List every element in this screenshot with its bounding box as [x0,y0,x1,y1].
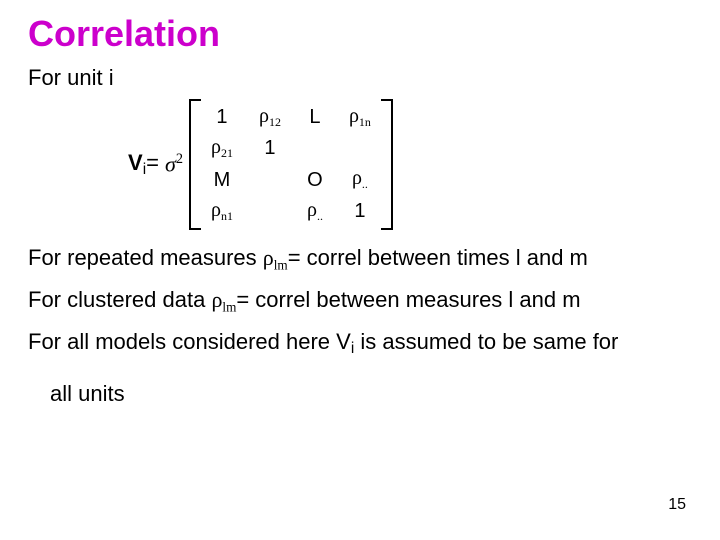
m-r4c4: 1 [354,200,365,223]
rep-measures-rho: ρlm [263,245,288,270]
clustered-b: = correl between measures l and m [236,287,580,312]
m-r1c1: 1 [216,106,227,129]
eq-lhs: Vi= [128,150,159,179]
eq-sigma-sq: σ2 [165,151,183,177]
all-models-line-2: all units [50,380,692,408]
m-r4c3: ρ.. [307,199,323,224]
all-models-line: For all models considered here Vi is ass… [28,328,692,358]
rep-measures-b: = correl between times l and m [288,245,588,270]
m-r2c2: 1 [264,137,275,160]
repeated-measures-line: For repeated measures ρlm= correl betwee… [28,244,692,274]
slide: Correlation For unit i Vi= σ2 1 ρ12 L ρ1… [0,0,720,540]
m-r2c1: ρ21 [211,136,233,161]
m-r4c1: ρn1 [211,199,233,224]
page-number: 15 [668,496,686,514]
m-r3c3: O [307,169,323,192]
eq-V: V [128,150,143,175]
m-r3c1: M [214,169,231,192]
unit-line: For unit i [28,64,692,92]
matrix-bracket-left [189,99,201,230]
matrix-grid: 1 ρ12 L ρ1n ρ21 1 M O ρ.. ρn1 ρ.. 1 [201,99,381,230]
rep-measures-a: For repeated measures [28,245,263,270]
eq-sigma-sup: 2 [176,151,183,167]
m-r1c2: ρ12 [259,105,281,130]
m-r1c3: L [309,106,320,129]
slide-title: Correlation [28,14,692,54]
eq-sigma: σ [165,152,176,177]
clustered-data-line: For clustered data ρlm= correl between m… [28,286,692,316]
clustered-a: For clustered data [28,287,211,312]
all-models-b: is assumed to be same for [354,329,618,354]
all-models-a: For all models considered here V [28,329,351,354]
m-r3c4: ρ.. [352,167,368,192]
m-r1c4: ρ1n [349,105,371,130]
matrix-bracket-right [381,99,393,230]
eq-equals: = [146,150,159,175]
clustered-rho: ρlm [211,287,236,312]
equation-row: Vi= σ2 1 ρ12 L ρ1n ρ21 1 M O ρ.. ρn1 [128,99,692,230]
matrix: 1 ρ12 L ρ1n ρ21 1 M O ρ.. ρn1 ρ.. 1 [189,99,393,230]
